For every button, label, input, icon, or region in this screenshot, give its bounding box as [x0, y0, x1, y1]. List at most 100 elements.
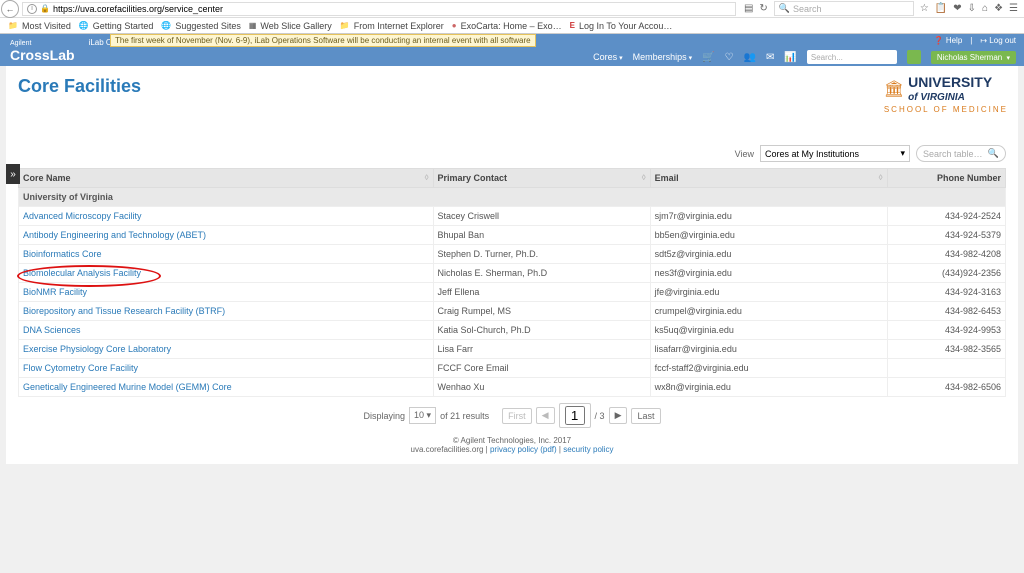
- cell-contact: Lisa Farr: [433, 340, 650, 359]
- pager-page-box[interactable]: [559, 403, 591, 428]
- logout-label: Log out: [989, 36, 1016, 45]
- core-link[interactable]: DNA Sciences: [23, 325, 81, 335]
- th-label: Core Name: [23, 173, 71, 183]
- chart-icon[interactable]: 📊: [784, 52, 796, 63]
- cell-email: wx8n@virginia.edu: [650, 378, 887, 397]
- core-link[interactable]: Flow Cytometry Core Facility: [23, 363, 138, 373]
- view-select[interactable]: Cores at My Institutions ▾: [760, 145, 910, 162]
- browser-url-bar: ← i 🔒 https://uva.corefacilities.org/ser…: [0, 0, 1024, 18]
- th-email[interactable]: Email◊: [650, 169, 887, 188]
- core-link[interactable]: Biorepository and Tissue Research Facili…: [23, 306, 225, 316]
- th-phone[interactable]: Phone Number: [887, 169, 1005, 188]
- cell-phone: 434-982-3565: [887, 340, 1005, 359]
- bookmark-suggested[interactable]: 🌐Suggested Sites: [161, 21, 241, 31]
- cell-phone: 434-924-2524: [887, 207, 1005, 226]
- bookmark-label: Most Visited: [22, 21, 71, 31]
- pager-displaying: Displaying: [364, 411, 406, 421]
- core-link[interactable]: Genetically Engineered Murine Model (GEM…: [23, 382, 232, 392]
- reader-icon[interactable]: ▤: [744, 3, 753, 14]
- cell-email: ks5uq@virginia.edu: [650, 321, 887, 340]
- cell-phone: 434-924-5379: [887, 226, 1005, 245]
- table-search[interactable]: Search table… 🔍: [916, 145, 1006, 162]
- search-go-button[interactable]: [907, 50, 921, 64]
- pager-last[interactable]: Last: [631, 408, 660, 424]
- menu-label: Cores: [593, 52, 617, 62]
- core-link[interactable]: BioNMR Facility: [23, 287, 87, 297]
- site-icon: ●: [452, 21, 457, 30]
- envelope-icon[interactable]: ✉: [766, 52, 774, 63]
- puzzle-icon[interactable]: ❖: [994, 3, 1003, 14]
- cell-phone: [887, 359, 1005, 378]
- th-label: Email: [655, 173, 679, 183]
- th-primary-contact[interactable]: Primary Contact◊: [433, 169, 650, 188]
- privacy-link[interactable]: privacy policy (pdf): [490, 445, 557, 454]
- slice-icon: ▦: [249, 21, 257, 30]
- bookmark-label: ExoCarta: Home – Exo…: [461, 21, 562, 31]
- cart-icon[interactable]: 🛒: [702, 52, 714, 63]
- bookmark-login[interactable]: ELog In To Your Accou…: [570, 21, 673, 31]
- cell-contact: Stacey Criswell: [433, 207, 650, 226]
- menu-icon[interactable]: ☰: [1009, 3, 1018, 14]
- user-menu[interactable]: Nicholas Sherman ▾: [931, 51, 1016, 64]
- bookmark-most-visited[interactable]: 📁 Most Visited: [8, 21, 71, 31]
- core-link[interactable]: Exercise Physiology Core Laboratory: [23, 344, 171, 354]
- download-icon[interactable]: ⇩: [968, 3, 976, 14]
- main-content: » Core Facilities 🏛 UNIVERSITY of VIRGIN…: [6, 66, 1018, 464]
- people-icon[interactable]: 👥: [744, 52, 756, 63]
- refresh-icon[interactable]: ↻: [759, 3, 767, 14]
- search-placeholder: Search...: [811, 53, 843, 62]
- menu-label: Memberships: [633, 52, 687, 62]
- cell-core-name: Antibody Engineering and Technology (ABE…: [19, 226, 434, 245]
- table-row: Genetically Engineered Murine Model (GEM…: [19, 378, 1006, 397]
- search-icon: 🔍: [988, 148, 999, 159]
- cell-core-name: Flow Cytometry Core Facility: [19, 359, 434, 378]
- table-row: DNA SciencesKatia Sol-Church, Ph.Dks5uq@…: [19, 321, 1006, 340]
- bookmark-getting-started[interactable]: 🌐Getting Started: [79, 21, 154, 31]
- star-icon[interactable]: ☆: [920, 3, 929, 14]
- page-size-select[interactable]: 10 ▾: [409, 407, 436, 424]
- table-row: Biorepository and Tissue Research Facili…: [19, 302, 1006, 321]
- cell-contact: FCCF Core Email: [433, 359, 650, 378]
- pager-first[interactable]: First: [502, 408, 532, 424]
- pager-next[interactable]: ▶: [609, 407, 628, 424]
- pager-prev[interactable]: ◀: [536, 407, 555, 424]
- cores-table: Core Name◊ Primary Contact◊ Email◊ Phone…: [18, 168, 1006, 397]
- core-link[interactable]: Bioinformatics Core: [23, 249, 102, 259]
- pocket-icon[interactable]: ❤: [953, 3, 961, 14]
- core-link[interactable]: Biomolecular Analysis Facility: [23, 268, 141, 278]
- help-link[interactable]: ❓ Help: [934, 36, 963, 45]
- cell-email: crumpel@virginia.edu: [650, 302, 887, 321]
- clipboard-icon[interactable]: 📋: [935, 3, 947, 14]
- sort-icon: ◊: [642, 173, 646, 182]
- header-search[interactable]: Search...: [807, 50, 897, 64]
- bookmark-icon: 📁: [8, 21, 18, 30]
- pager-page-input[interactable]: [565, 406, 585, 425]
- bookmark-webslice[interactable]: ▦Web Slice Gallery: [249, 21, 332, 31]
- uva-line1b: of VIRGINIA: [908, 92, 965, 103]
- url-input[interactable]: i 🔒 https://uva.corefacilities.org/servi…: [22, 2, 736, 16]
- core-link[interactable]: Advanced Microscopy Facility: [23, 211, 142, 221]
- core-link[interactable]: Antibody Engineering and Technology (ABE…: [23, 230, 206, 240]
- table-row: Biomolecular Analysis FacilityNicholas E…: [19, 264, 1006, 283]
- security-link[interactable]: security policy: [563, 445, 613, 454]
- th-core-name[interactable]: Core Name◊: [19, 169, 434, 188]
- user-name: Nicholas Sherman: [937, 53, 1002, 62]
- folder-icon: 📁: [340, 21, 350, 30]
- header-nav: Cores▾ Memberships▾ 🛒 ♡ 👥 ✉ 📊 Search... …: [593, 50, 1016, 64]
- bookmark-exocarta[interactable]: ● ExoCarta: Home – Exo…: [452, 21, 562, 31]
- bookmark-ie[interactable]: 📁From Internet Explorer: [340, 21, 444, 31]
- browser-search[interactable]: 🔍 Search: [774, 1, 914, 16]
- footer-copy: © Agilent Technologies, Inc. 2017: [18, 436, 1006, 445]
- heart-icon[interactable]: ♡: [725, 52, 734, 63]
- home-icon[interactable]: ⌂: [982, 3, 988, 14]
- header-top-links: ❓ Help | ↦ Log out: [934, 36, 1016, 45]
- menu-memberships[interactable]: Memberships▾: [633, 52, 693, 62]
- logout-link[interactable]: ↦ Log out: [980, 36, 1016, 45]
- menu-cores[interactable]: Cores▾: [593, 52, 623, 62]
- bookmark-label: Getting Started: [93, 21, 154, 31]
- cell-phone: 434-924-9953: [887, 321, 1005, 340]
- cell-email: bb5en@virginia.edu: [650, 226, 887, 245]
- cell-email: sdt5z@virginia.edu: [650, 245, 887, 264]
- back-button[interactable]: ←: [1, 0, 19, 18]
- side-expand-tab[interactable]: »: [6, 164, 20, 184]
